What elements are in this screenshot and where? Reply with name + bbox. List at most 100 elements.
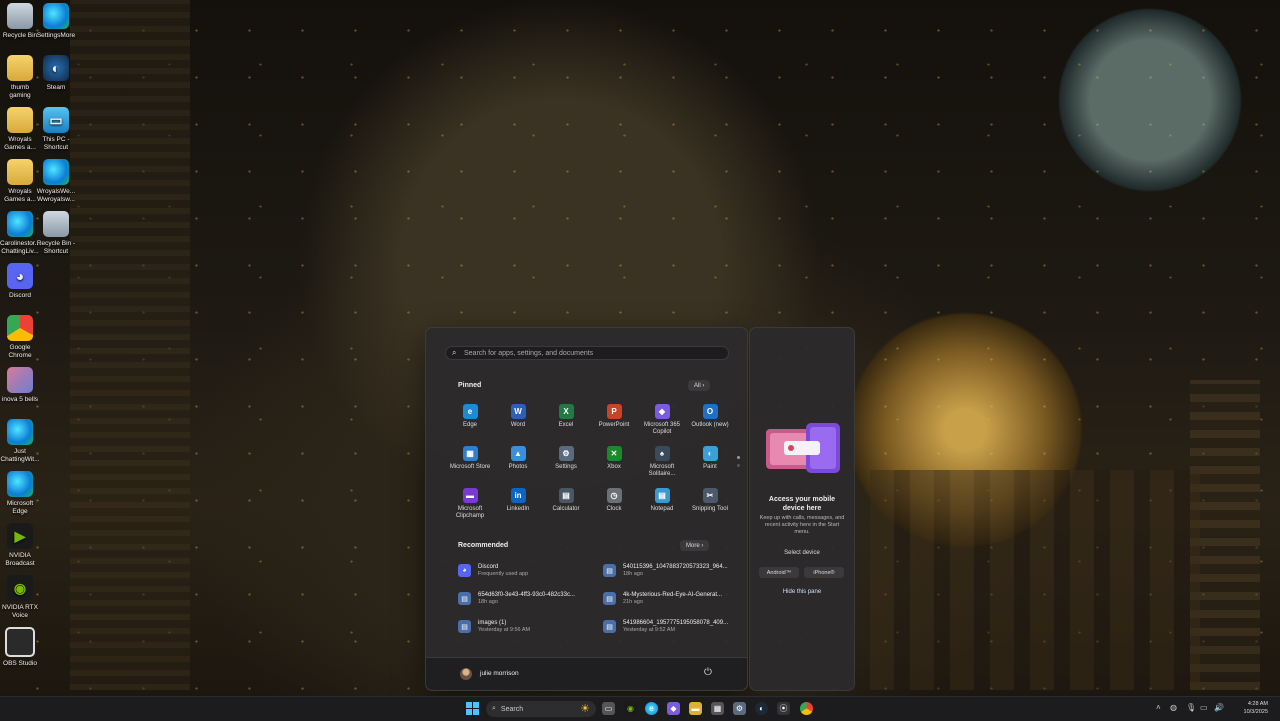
- phone-link-illustration: [766, 423, 840, 473]
- recommended-item[interactable]: ◕ Discord Frequently used app: [458, 564, 528, 578]
- recommended-text: 540115396_1047883720573323_964... 18h ago: [623, 564, 728, 578]
- app-icon: ◷: [606, 488, 622, 503]
- pinned-page-dot[interactable]: [737, 464, 740, 467]
- app-icon: ◐: [702, 446, 718, 461]
- desktop-icon[interactable]: ▭ This PC - Shortcut: [36, 107, 76, 152]
- recommended-text: 654d63f0-3e43-4ff3-93c0-482c33c... 18h ag…: [478, 592, 575, 606]
- pinned-app[interactable]: ▤ Notepad: [638, 485, 686, 527]
- copilot-icon[interactable]: ◆: [667, 702, 680, 715]
- desktop-icon[interactable]: ◐ Steam: [36, 55, 76, 92]
- file-explorer-icon[interactable]: ▬: [689, 702, 702, 715]
- recommended-title: Recommended: [458, 542, 509, 549]
- pc-icon: ▭: [43, 107, 69, 133]
- app-icon: e: [462, 404, 478, 419]
- network-icon[interactable]: ▭: [1200, 703, 1208, 712]
- desktop-icon[interactable]: inova 5 bells: [0, 367, 40, 404]
- pinned-app[interactable]: ▬ Microsoft Clipchamp: [446, 485, 494, 527]
- pinned-app[interactable]: ◷ Clock: [590, 485, 638, 527]
- app-icon: ◆: [654, 404, 670, 419]
- recommended-subtitle: 18h ago: [478, 599, 498, 605]
- wallpaper-left-pillar: [70, 0, 190, 690]
- recommended-item[interactable]: ▤ 540115396_1047883720573323_964... 18h ag…: [603, 564, 728, 578]
- weather-sun-icon: ☀: [580, 703, 590, 715]
- pinned-app[interactable]: e Edge: [446, 401, 494, 443]
- steam-icon[interactable]: ◐: [755, 702, 768, 715]
- pinned-app[interactable]: ◆ Microsoft 365 Copilot: [638, 401, 686, 443]
- desktop-icon[interactable]: Wroyals Games a...: [0, 159, 40, 204]
- start-menu: ⌕ Search for apps, settings, and documen…: [425, 327, 748, 691]
- clock-time: 4:28 AM: [1247, 701, 1268, 707]
- hide-pane-link[interactable]: Hide this pane: [758, 589, 846, 595]
- pinned-app[interactable]: ✕ Xbox: [590, 443, 638, 485]
- wallpaper-right-pillar: [1190, 380, 1260, 690]
- more-button[interactable]: More ›: [680, 540, 710, 551]
- pinned-app-label: Clock: [606, 506, 622, 512]
- power-icon[interactable]: ⏻: [704, 668, 714, 678]
- recommended-item[interactable]: ▤ 4k-Mysterious-Red-Eye-AI-Generat... 21h …: [603, 592, 722, 606]
- desktop-icon[interactable]: OBS Studio: [0, 627, 40, 668]
- desktop-icon[interactable]: Just ChattingWit...: [0, 419, 40, 464]
- desktop-icon[interactable]: SettingsMore: [36, 3, 76, 40]
- start-search-placeholder: Search for apps, settings, and documents: [464, 349, 594, 357]
- pinned-app[interactable]: ⚙ Settings: [542, 443, 590, 485]
- app-icon: ▦: [462, 446, 478, 461]
- desktop-icon[interactable]: Carolinestor... ChattingLiv...: [0, 211, 40, 256]
- pinned-app-label: Microsoft Solitaire...: [648, 464, 676, 477]
- pinned-app-label: Microsoft 365 Copilot: [643, 422, 680, 435]
- iphone-button[interactable]: iPhone®: [804, 567, 844, 578]
- pinned-app[interactable]: in LinkedIn: [494, 485, 542, 527]
- settings-icon[interactable]: ⚙: [733, 702, 746, 715]
- chrome-icon[interactable]: [800, 702, 813, 715]
- desktop-icon[interactable]: Google Chrome: [0, 315, 40, 360]
- edge-icon[interactable]: e: [645, 702, 658, 715]
- pinned-app[interactable]: P PowerPoint: [590, 401, 638, 443]
- volume-icon[interactable]: 🔊: [1214, 703, 1224, 712]
- pinned-page-dot[interactable]: [737, 456, 740, 459]
- desktop-icon-label: thumb gaming: [9, 84, 31, 99]
- desktop-icon[interactable]: ◉ NVIDIA RTX Voice: [0, 575, 40, 620]
- pinned-app[interactable]: W Word: [494, 401, 542, 443]
- recommended-item[interactable]: ▤ 541986604_1957775195058078_409... Yester…: [603, 620, 728, 634]
- task-view-icon[interactable]: ▭: [602, 702, 615, 715]
- pinned-app[interactable]: ◐ Paint: [686, 443, 734, 485]
- desktop-icon[interactable]: Microsoft Edge: [0, 471, 40, 516]
- pinned-app[interactable]: O Outlook (new): [686, 401, 734, 443]
- desktop-icon[interactable]: ◕ Discord: [0, 263, 40, 300]
- pinned-app[interactable]: ♠ Microsoft Solitaire...: [638, 443, 686, 485]
- desktop-icon[interactable]: Recycle Bin: [0, 3, 40, 40]
- recommended-item[interactable]: ▤ 654d63f0-3e43-4ff3-93c0-482c33c... 18h a…: [458, 592, 575, 606]
- desktop-icon[interactable]: Recycle Bin - Shortcut: [36, 211, 76, 256]
- recommended-item[interactable]: ▤ images (1) Yesterday at 9:56 AM: [458, 620, 530, 634]
- user-name[interactable]: julie morrison: [480, 670, 519, 677]
- image-file-icon: ▤: [458, 592, 471, 605]
- avatar[interactable]: [460, 668, 472, 680]
- pinned-app-label: Outlook (new): [691, 422, 729, 428]
- desktop-icon[interactable]: ▶ NVIDIA Broadcast: [0, 523, 40, 568]
- chevron-up-icon[interactable]: ˄: [1156, 703, 1161, 712]
- nvidia-voice-icon[interactable]: ◉: [624, 702, 637, 715]
- android-button[interactable]: Android™: [759, 567, 799, 578]
- all-apps-button[interactable]: All ›: [688, 380, 711, 391]
- pinned-app[interactable]: X Excel: [542, 401, 590, 443]
- store-icon[interactable]: ▦: [711, 702, 724, 715]
- desktop-icon-label: Recycle Bin - Shortcut: [36, 240, 76, 255]
- pinned-app[interactable]: ✂ Snipping Tool: [686, 485, 734, 527]
- headset-icon[interactable]: ◍: [1170, 703, 1177, 712]
- taskbar-search[interactable]: ⌕ Search ☀: [486, 701, 596, 717]
- desktop-icon-label: NVIDIA Broadcast: [5, 552, 35, 567]
- pinned-app[interactable]: ▦ Microsoft Store: [446, 443, 494, 485]
- folder-icon: [7, 159, 33, 185]
- pinned-apps-grid: e Edge W Word X Excel P PowerPoint ◆ Microsoft 36…: [446, 401, 734, 527]
- recommended-name: 540115396_1047883720573323_964...: [623, 564, 728, 570]
- taskbar: ⌕ Search ☀ ▭ ◉ e ◆ ▬ ▦ ⚙ ◐ ⦿ ˄ ◍ 🎙 ▭ 🔊 4…: [0, 696, 1280, 721]
- desktop-icon[interactable]: thumb gaming: [0, 55, 40, 100]
- desktop-icon[interactable]: WroyalsWe... Wwroyalsw...: [36, 159, 76, 204]
- antivirus-icon[interactable]: ⦿: [777, 702, 790, 715]
- desktop-icon[interactable]: Wroyals Games a...: [0, 107, 40, 152]
- pinned-app[interactable]: ▤ Calculator: [542, 485, 590, 527]
- start-search-input[interactable]: ⌕ Search for apps, settings, and documen…: [445, 346, 729, 360]
- microphone-icon[interactable]: 🎙: [1186, 703, 1196, 712]
- windows-start-icon[interactable]: [466, 702, 479, 715]
- pinned-app[interactable]: ▲ Photos: [494, 443, 542, 485]
- taskbar-clock[interactable]: 4:28 AM 10/3/2025: [1228, 700, 1268, 716]
